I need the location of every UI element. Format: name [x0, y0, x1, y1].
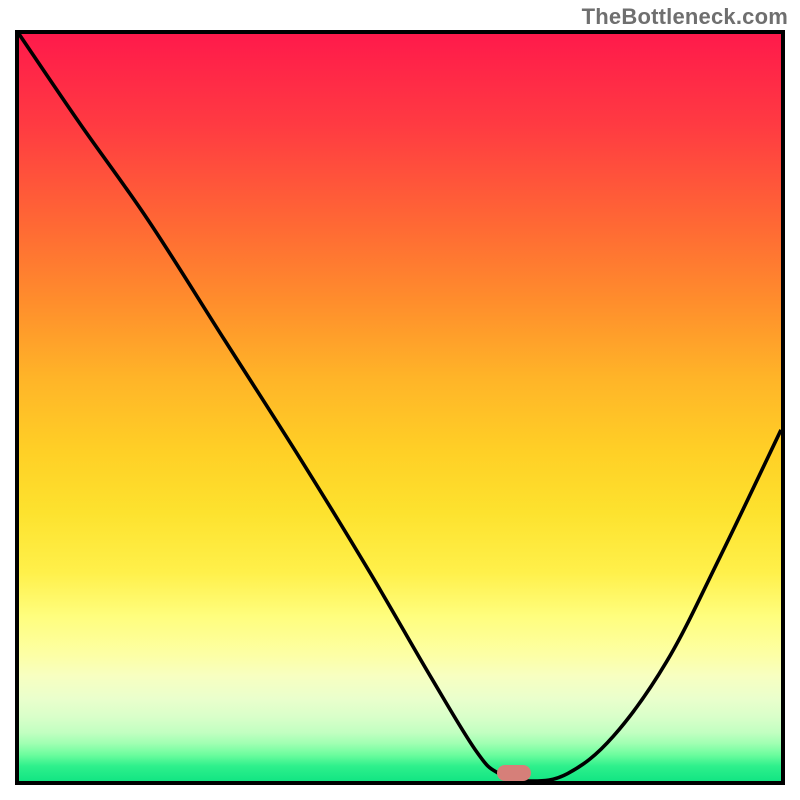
optimal-point-marker: [497, 765, 531, 781]
watermark-text: TheBottleneck.com: [582, 4, 788, 30]
chart-svg: [19, 34, 781, 781]
bottleneck-curve: [19, 34, 781, 781]
chart-container: TheBottleneck.com: [0, 0, 800, 800]
plot-area: [15, 30, 785, 785]
